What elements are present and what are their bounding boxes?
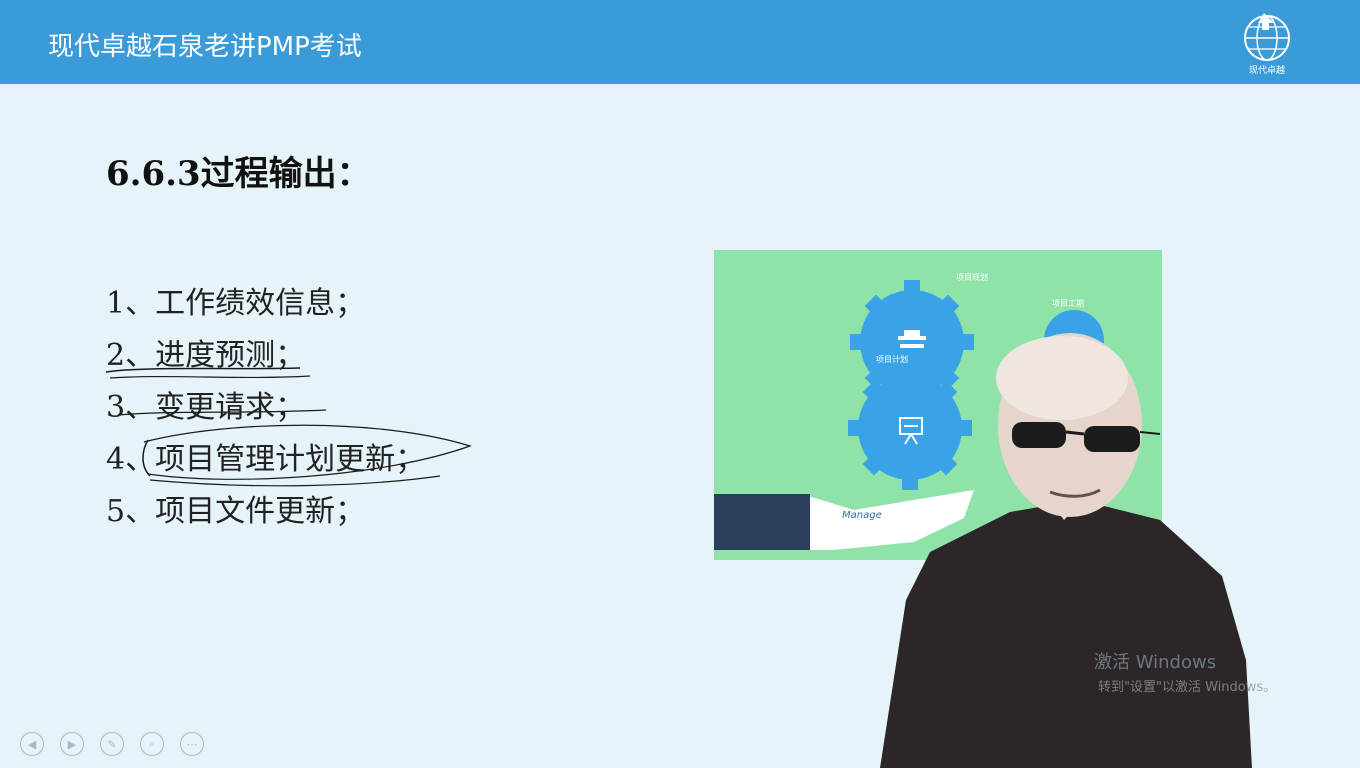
play-icon[interactable]: ▶: [60, 732, 84, 756]
more-icon[interactable]: ⋯: [180, 732, 204, 756]
windows-watermark-subtitle: 转到"设置"以激活 Windows。: [1098, 680, 1277, 695]
slideshow-toolbar: ◀ ▶ ✎ ⌕ ⋯: [20, 730, 204, 758]
windows-watermark-title: 激活 Windows: [1094, 652, 1217, 673]
pen-icon[interactable]: ✎: [100, 732, 124, 756]
prev-icon[interactable]: ◀: [20, 732, 44, 756]
zoom-icon[interactable]: ⌕: [140, 732, 164, 756]
